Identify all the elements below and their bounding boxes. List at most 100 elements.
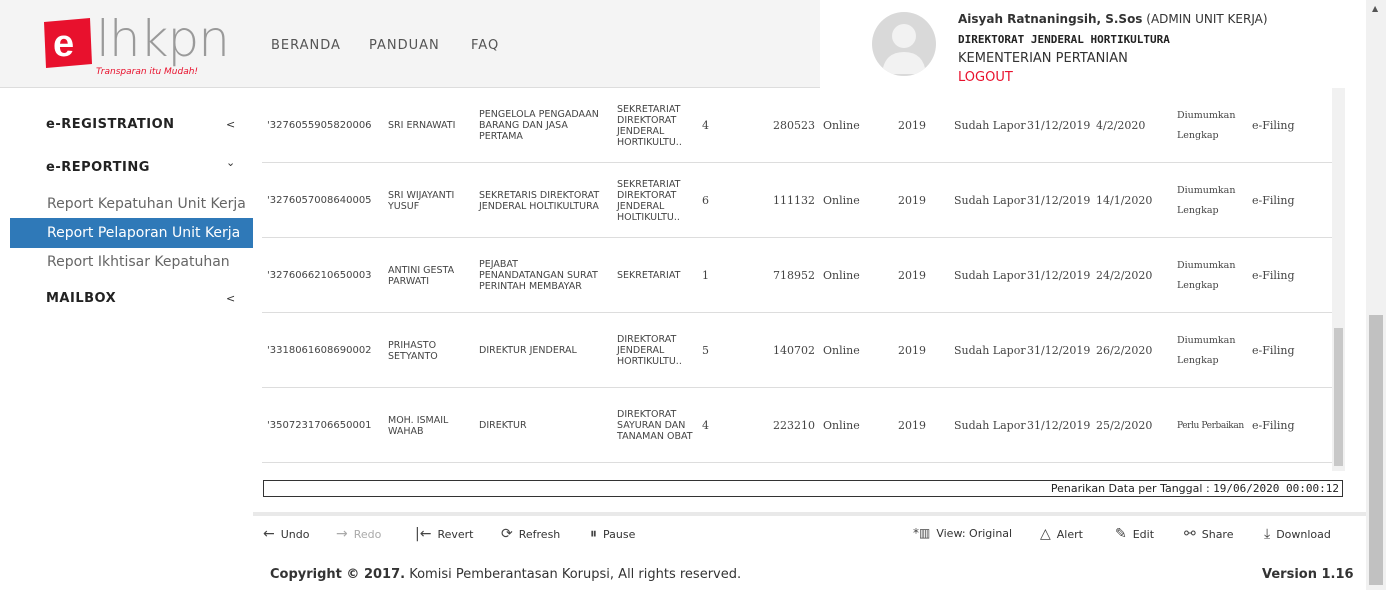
cell-nik: '3276057008640005 (267, 195, 372, 206)
cell-tahun: 2019 (898, 419, 926, 432)
sidebar-item-reporting[interactable]: e-REPORTING (46, 160, 150, 175)
redo-button[interactable]: → Redo (336, 526, 381, 542)
table-row[interactable]: '3507231706650001 MOH. ISMAIL WAHAB DIREKT… (262, 388, 1332, 463)
user-dept: DIREKTORAT JENDERAL HORTIKULTURA (958, 33, 1170, 46)
cell-tgl-lapor: 31/12/2019 (1027, 194, 1091, 207)
table-row[interactable]: '3276066210650003 ANTINI GESTA PARWATI PEJ… (262, 238, 1332, 313)
cell-pengumuman: Diumumkan Lengkap (1177, 334, 1236, 366)
scroll-up-icon[interactable]: ▲ (1372, 4, 1378, 13)
sidebar-item-registration[interactable]: e-REGISTRATION (46, 117, 175, 132)
pause-label: Pause (603, 527, 636, 541)
top-nav: BERANDA PANDUAN FAQ (253, 0, 820, 88)
divider (253, 512, 1366, 516)
copyright-text: Komisi Pemberantasan Korupsi, All rights… (409, 567, 742, 582)
cell-status: Sudah Lapor (954, 194, 1026, 207)
cell-tgl-kirim: 4/2/2020 (1096, 119, 1146, 132)
table-row[interactable]: '3276055905820006 SRI ERNAWATI PENGELOLA P… (262, 88, 1332, 163)
cell-mode: Online (823, 119, 860, 132)
share-button[interactable]: ⚯ Share (1184, 526, 1233, 542)
cell-tgl-kirim: 14/1/2020 (1096, 194, 1153, 207)
cell-tahun: 2019 (898, 344, 926, 357)
refresh-button[interactable]: ⟳ Refresh (501, 526, 560, 542)
cell-status: Sudah Lapor (954, 344, 1026, 357)
bar-chart-icon: *▥ (913, 526, 931, 540)
cell-tgl-lapor: 31/12/2019 (1027, 344, 1091, 357)
table-scrollbar-thumb[interactable] (1334, 328, 1343, 466)
logo-text: lhkpn (96, 10, 230, 68)
cell-id: 718952 (773, 269, 815, 282)
revert-icon: |← (415, 526, 432, 542)
alert-label: Alert (1056, 527, 1083, 541)
user-name-text: Aisyah Ratnaningsih, S.Sos (958, 12, 1143, 26)
cell-unit: DIREKTORAT JENDERAL HORTIKULTU.. (617, 334, 682, 367)
cell-status: Sudah Lapor (954, 119, 1026, 132)
nav-panduan[interactable]: PANDUAN (369, 38, 440, 53)
cell-jabatan: PENGELOLA PENGADAAN BARANG DAN JASA PERT… (479, 109, 599, 142)
pause-button[interactable]: ⏸ Pause (590, 526, 635, 542)
logo-icon: e (44, 18, 92, 68)
pencil-icon: ✎ (1115, 526, 1127, 542)
revert-label: Revert (437, 527, 474, 541)
penarikan-data: Penarikan Data per Tanggal : 19/06/2020 … (263, 480, 1343, 497)
report-table: '3276055905820006 SRI ERNAWATI PENGELOLA P… (262, 88, 1332, 466)
table-row[interactable]: '3276057008640005 SRI WIJAYANTI YUSUF SEKR… (262, 163, 1332, 238)
nav-beranda[interactable]: BERANDA (271, 38, 341, 53)
cell-n: 5 (702, 344, 709, 357)
download-button[interactable]: ⤓ Download (1264, 526, 1331, 542)
chevron-down-icon[interactable]: ⌄ (226, 156, 235, 169)
sidebar-item-report-ikhtisar[interactable]: Report Ikhtisar Kepatuhan (10, 247, 253, 277)
scrollbar-thumb[interactable] (1369, 315, 1383, 585)
cell-jabatan: PEJABAT PENANDATANGAN SURAT PERINTAH MEM… (479, 259, 598, 292)
cell-mode: Online (823, 344, 860, 357)
page-scrollbar[interactable]: ▲ (1366, 0, 1386, 590)
cell-id: 140702 (773, 344, 815, 357)
cell-n: 4 (702, 419, 709, 432)
cell-jabatan: DIREKTUR JENDERAL (479, 345, 577, 356)
logo-panel[interactable]: e lhkpn Transparan itu Mudah! (0, 0, 253, 88)
table-scrollbar[interactable] (1332, 88, 1345, 471)
avatar (872, 12, 936, 76)
chevron-left-icon[interactable]: < (226, 118, 235, 131)
view-label: View: Original (936, 526, 1013, 540)
cell-pengumuman: Diumumkan Lengkap (1177, 109, 1236, 141)
penarikan-label: Penarikan Data per Tanggal : (1050, 482, 1210, 495)
cell-mode: Online (823, 194, 860, 207)
user-name: Aisyah Ratnaningsih, S.Sos (ADMIN UNIT K… (958, 12, 1268, 26)
cell-tgl-lapor: 31/12/2019 (1027, 419, 1091, 432)
refresh-icon: ⟳ (501, 526, 513, 542)
sidebar-item-report-pelaporan[interactable]: Report Pelaporan Unit Kerja (10, 218, 253, 248)
view-original-button[interactable]: *▥ View: Original (913, 526, 1012, 540)
sidebar-item-mailbox[interactable]: MAILBOX (46, 291, 116, 306)
alert-button[interactable]: △ Alert (1040, 526, 1083, 542)
logo-tagline: Transparan itu Mudah! (96, 67, 199, 77)
svg-text:e: e (53, 23, 74, 65)
cell-n: 1 (702, 269, 709, 282)
revert-button[interactable]: |← Revert (415, 526, 473, 542)
cell-via: e-Filing (1252, 344, 1295, 357)
cell-nik: '3276066210650003 (267, 270, 372, 281)
edit-button[interactable]: ✎ Edit (1115, 526, 1154, 542)
cell-mode: Online (823, 269, 860, 282)
sidebar: e-REGISTRATION < e-REPORTING ⌄ Report Ke… (0, 88, 253, 590)
edit-label: Edit (1132, 527, 1155, 541)
cell-id: 111132 (773, 194, 815, 207)
user-block: Aisyah Ratnaningsih, S.Sos (ADMIN UNIT K… (820, 0, 1366, 88)
logout-link[interactable]: LOGOUT (958, 70, 1013, 85)
alert-icon: △ (1040, 526, 1051, 542)
undo-icon: ← (263, 526, 275, 542)
nav-faq[interactable]: FAQ (471, 38, 499, 53)
pause-icon: ⏸ (590, 526, 597, 542)
cell-id: 280523 (773, 119, 815, 132)
cell-unit: SEKRETARIAT DIREKTORAT JENDERAL HOLTIKUL… (617, 178, 681, 223)
redo-icon: → (336, 526, 348, 542)
cell-tgl-kirim: 25/2/2020 (1096, 419, 1153, 432)
chevron-left-icon[interactable]: < (226, 292, 235, 305)
cell-n: 6 (702, 194, 709, 207)
cell-unit: DIREKTORAT SAYURAN DAN TANAMAN OBAT (617, 409, 693, 442)
sidebar-item-report-kepatuhan[interactable]: Report Kepatuhan Unit Kerja (10, 189, 253, 219)
cell-tahun: 2019 (898, 194, 926, 207)
cell-tgl-kirim: 26/2/2020 (1096, 344, 1153, 357)
table-row[interactable]: '3318061608690002 PRIHASTO SETYANTO DIREKT… (262, 313, 1332, 388)
share-label: Share (1201, 527, 1234, 541)
undo-button[interactable]: ← Undo (263, 526, 309, 542)
